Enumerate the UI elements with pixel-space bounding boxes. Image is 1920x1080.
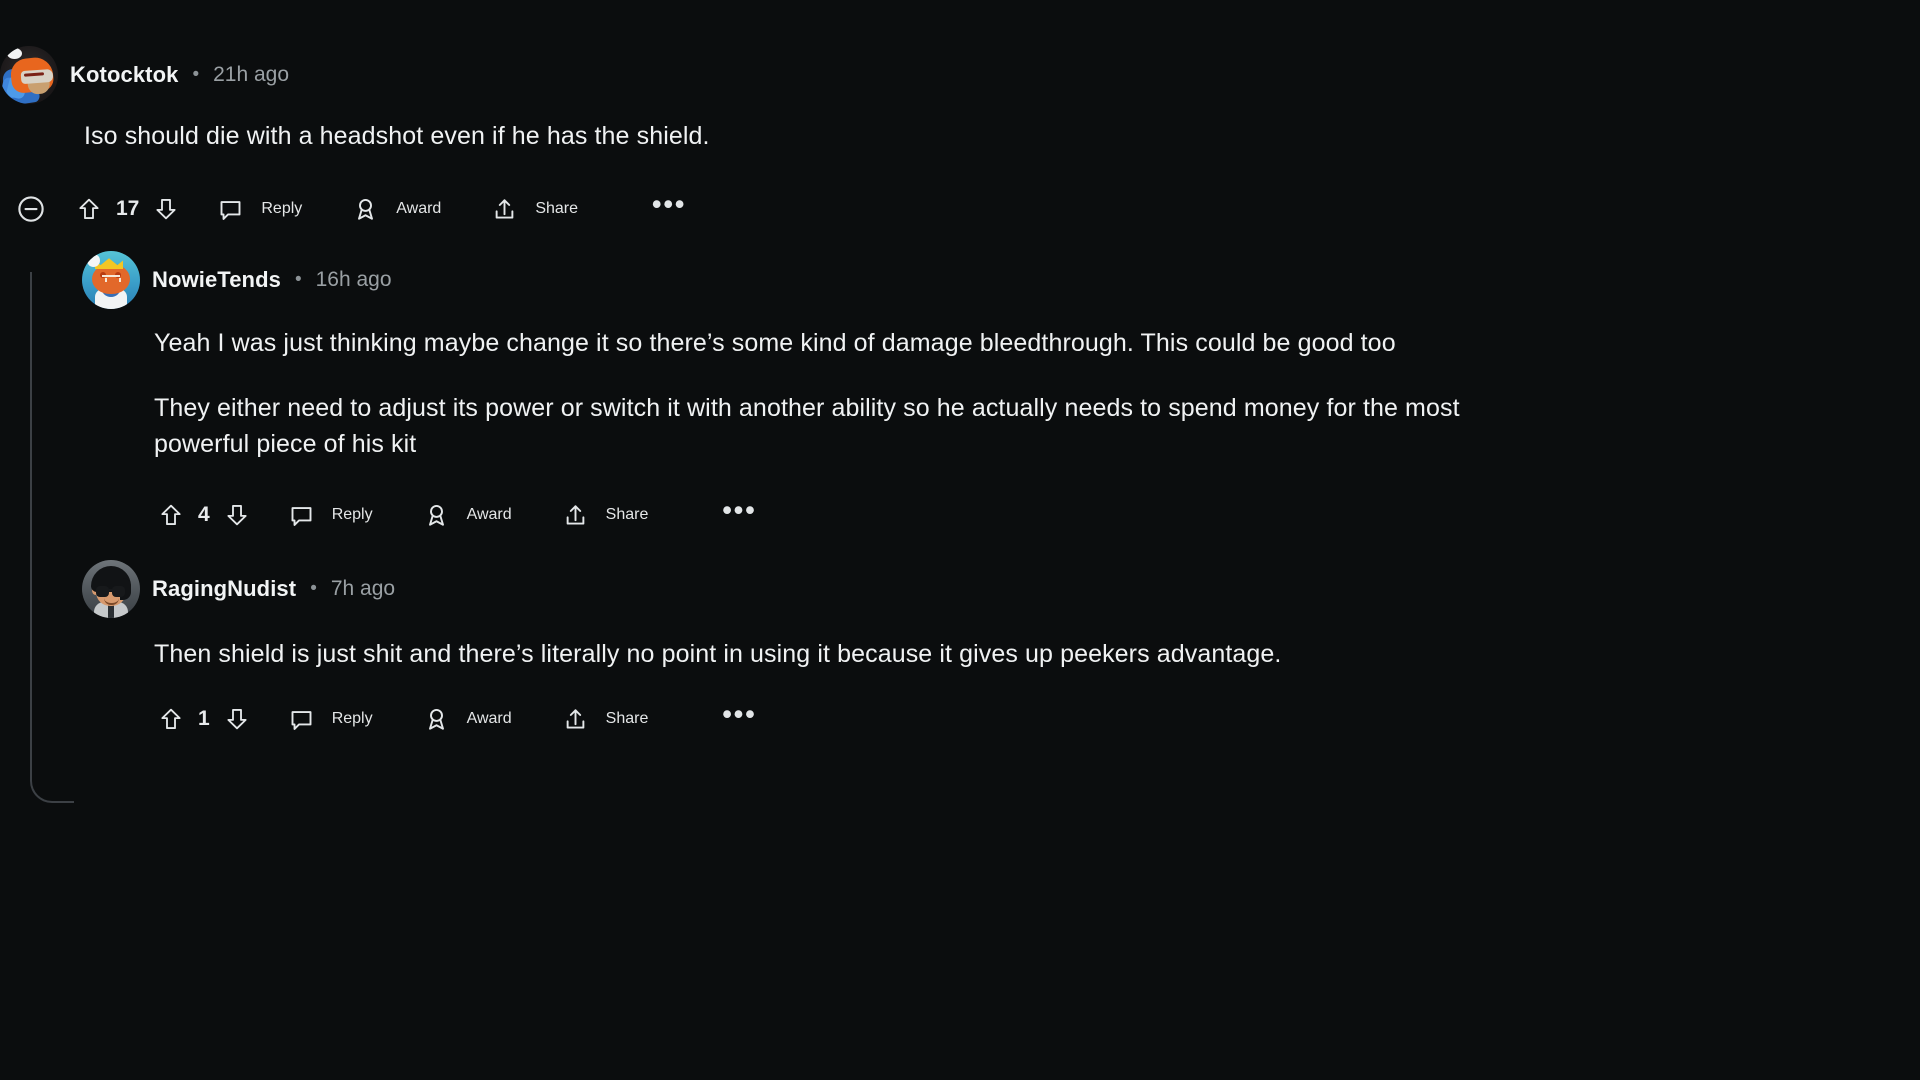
award-button[interactable]: Award [419, 502, 512, 529]
vote-count: 17 [116, 197, 140, 221]
downvote-icon[interactable] [149, 196, 183, 222]
reply-button[interactable]: Reply [213, 196, 302, 223]
reply-button[interactable]: Reply [284, 706, 373, 733]
more-options-button[interactable]: ••• [652, 187, 686, 231]
reply-label: Reply [331, 506, 373, 523]
upvote-icon[interactable] [154, 502, 188, 528]
share-icon [558, 706, 593, 733]
award-icon [348, 196, 383, 223]
comment-nowietends: NowieTends • 16h ago Yeah I was just thi… [0, 234, 1920, 540]
share-icon [487, 196, 522, 223]
meta-separator: • [310, 578, 317, 599]
more-options-button[interactable]: ••• [722, 697, 756, 741]
vote-count: 1 [198, 707, 210, 731]
award-label: Award [466, 710, 512, 728]
more-options-button[interactable]: ••• [722, 493, 756, 537]
downvote-icon[interactable] [220, 502, 254, 528]
downvote-icon[interactable] [220, 706, 254, 732]
share-label: Share [535, 200, 579, 218]
avatar[interactable] [82, 560, 140, 618]
comment-bubble-icon [284, 706, 319, 733]
reply-label: Reply [331, 710, 373, 728]
meta-separator: • [192, 64, 200, 85]
comment-bubble-icon [213, 196, 248, 223]
comment-body: Iso should die with a headshot even if h… [0, 104, 1700, 154]
upvote-icon[interactable] [72, 196, 106, 222]
award-icon [419, 502, 454, 529]
comment-header: NowieTends • 16h ago [82, 251, 1920, 310]
vote-group: 4 [154, 502, 254, 528]
comment-paragraph: Iso should die with a headshot even if h… [84, 122, 710, 150]
award-button[interactable]: Award [419, 706, 512, 733]
vote-count: 4 [198, 503, 210, 526]
comment-paragraph: They either need to adjust its power or … [154, 393, 1460, 458]
award-label: Award [396, 200, 442, 218]
vote-group: 1 [154, 706, 254, 732]
meta-separator: • [294, 269, 302, 291]
award-icon [419, 706, 454, 733]
collapse-icon[interactable] [12, 187, 50, 231]
share-label: Share [605, 710, 649, 728]
vote-group: 17 [72, 196, 183, 222]
comment-thread: Kotocktok • 21h ago Iso should die with … [0, 0, 1920, 1080]
comment-kotocktok: Kotocktok • 21h ago Iso should die with … [0, 0, 1920, 234]
share-button[interactable]: Share [558, 502, 649, 529]
timestamp: 21h ago [213, 63, 290, 86]
comment-actions: 4 Reply Award Share ••• [82, 490, 1920, 540]
award-button[interactable]: Award [348, 196, 441, 223]
comment-actions: 17 Reply Award Share ••• [0, 184, 1920, 234]
thread-collapse-line-curve [30, 757, 74, 803]
share-button[interactable]: Share [487, 196, 578, 223]
reply-label: Reply [261, 200, 303, 218]
reply-button[interactable]: Reply [284, 502, 373, 529]
username-link[interactable]: NowieTends [152, 267, 281, 293]
username-link[interactable]: RagingNudist [152, 576, 296, 602]
comment-bubble-icon [284, 502, 319, 529]
share-button[interactable]: Share [558, 706, 649, 733]
comment-header: Kotocktok • 21h ago [0, 46, 1920, 104]
username-link[interactable]: Kotocktok [70, 62, 178, 88]
comment-actions: 1 Reply Award Share ••• [82, 694, 1920, 744]
share-icon [558, 502, 593, 529]
share-label: Share [605, 506, 649, 523]
upvote-icon[interactable] [154, 706, 188, 732]
comment-body: Yeah I was just thinking maybe change it… [82, 309, 1502, 462]
avatar[interactable] [0, 46, 58, 104]
comment-paragraph: Yeah I was just thinking maybe change it… [154, 329, 1396, 358]
comment-paragraph: Then shield is just shit and there’s lit… [154, 640, 1282, 668]
timestamp: 7h ago [330, 577, 396, 600]
timestamp: 16h ago [315, 268, 392, 292]
avatar[interactable] [82, 251, 140, 310]
comment-body: Then shield is just shit and there’s lit… [82, 618, 1582, 672]
comment-header: RagingNudist • 7h ago [82, 560, 1920, 618]
comment-ragingnudist: RagingNudist • 7h ago Then shield is jus… [0, 540, 1920, 744]
award-label: Award [466, 506, 512, 523]
